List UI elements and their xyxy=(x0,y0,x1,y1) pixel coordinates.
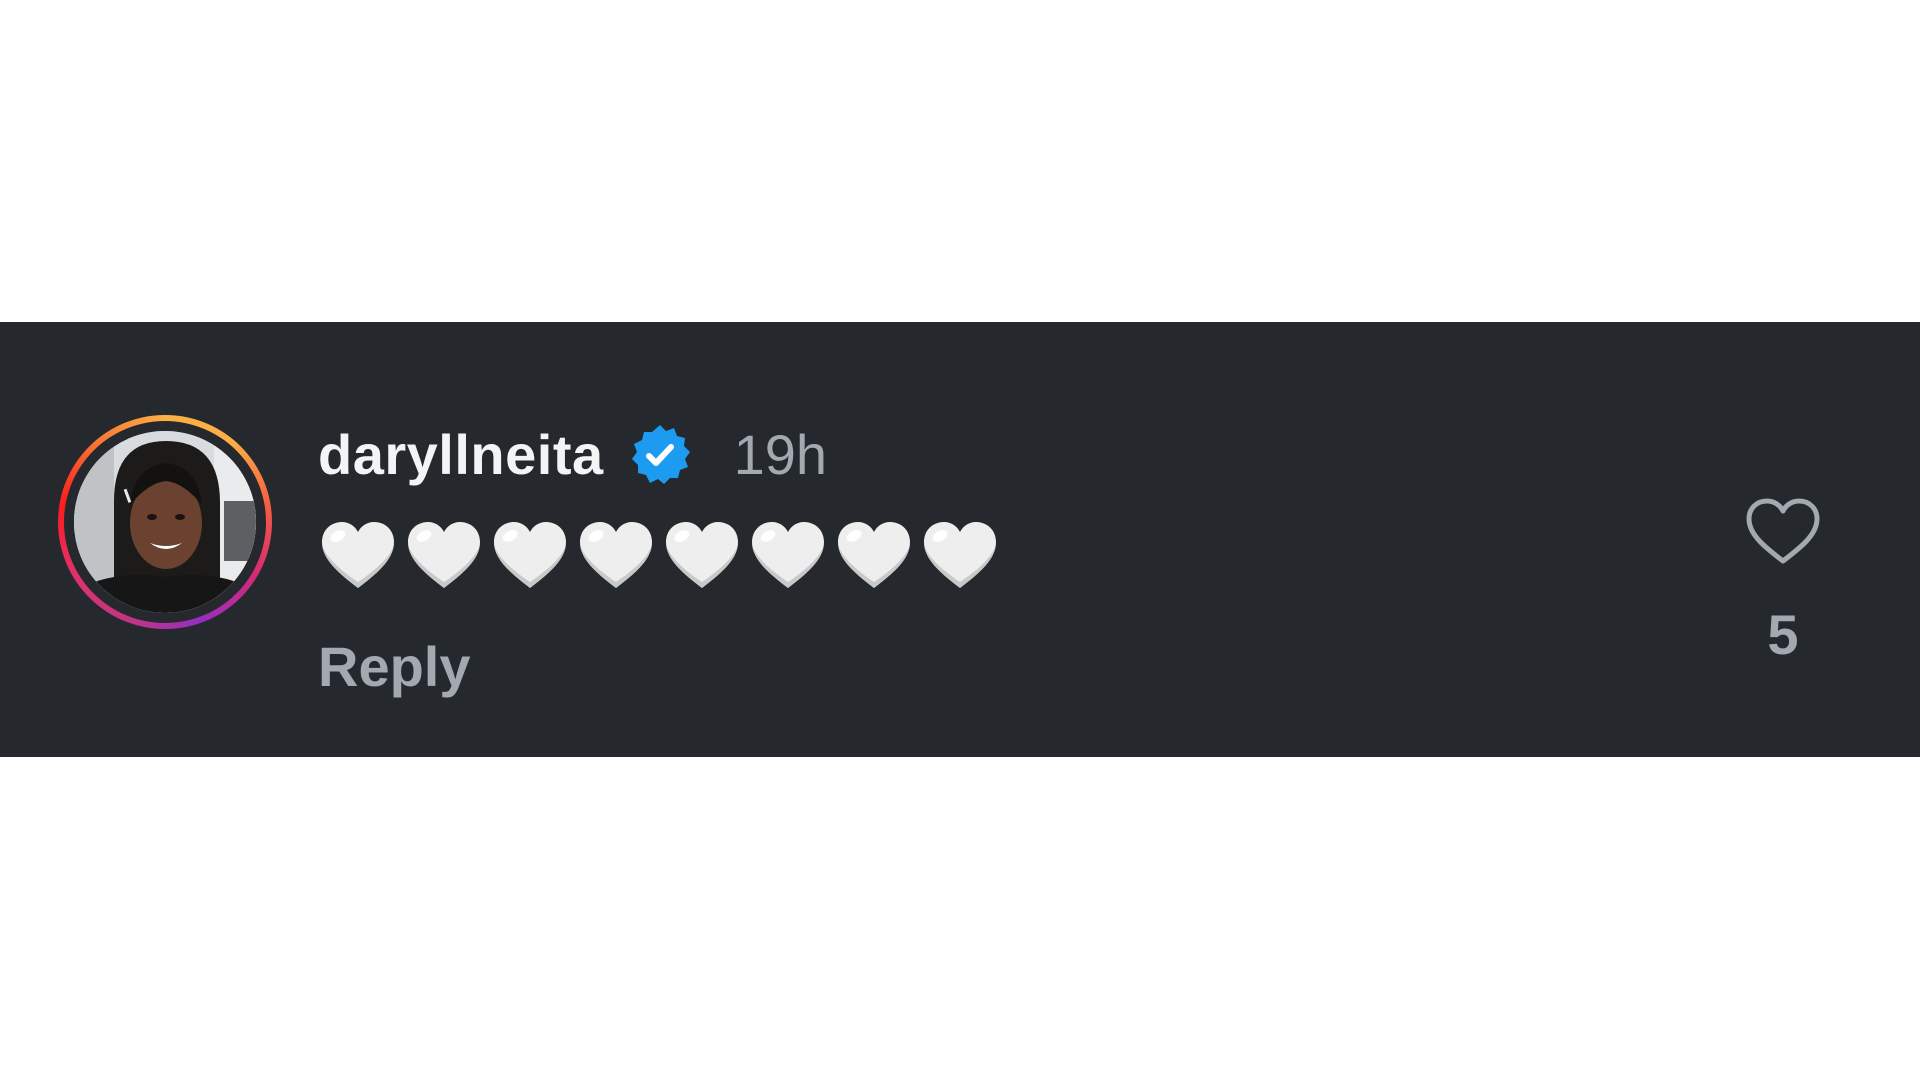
avatar-photo xyxy=(74,431,256,613)
white-heart-emoji xyxy=(406,520,482,590)
verified-badge-icon xyxy=(628,423,692,487)
white-heart-emoji xyxy=(750,520,826,590)
username-link[interactable]: daryllneita xyxy=(318,420,604,490)
comment-header: daryllneita 19h xyxy=(318,420,827,490)
white-heart-emoji xyxy=(922,520,998,590)
avatar[interactable] xyxy=(74,431,256,613)
reply-button[interactable]: Reply xyxy=(318,632,471,702)
white-heart-emoji xyxy=(320,520,396,590)
avatar-story-ring[interactable] xyxy=(58,415,272,629)
like-button[interactable] xyxy=(1744,497,1822,567)
heart-outline-icon xyxy=(1746,498,1820,564)
white-heart-emoji xyxy=(492,520,568,590)
comment-text xyxy=(320,520,998,590)
comment-timestamp: 19h xyxy=(733,423,828,486)
comment-card: daryllneita 19h Reply 5 xyxy=(0,322,1920,757)
like-count: 5 xyxy=(1767,603,1799,666)
white-heart-emoji xyxy=(578,520,654,590)
page: daryllneita 19h Reply 5 xyxy=(0,0,1920,1080)
white-heart-emoji xyxy=(664,520,740,590)
white-heart-emoji xyxy=(836,520,912,590)
